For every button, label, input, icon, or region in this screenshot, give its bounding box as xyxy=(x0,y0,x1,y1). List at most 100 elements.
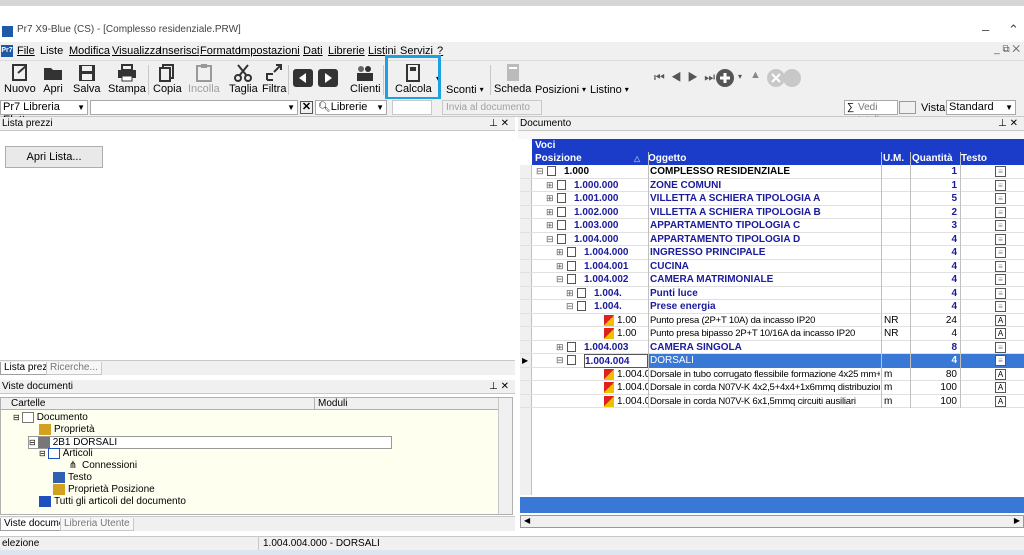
librerie-combo[interactable]: 🔍︎Librerie ▼ xyxy=(315,100,387,115)
text-a-icon[interactable]: A xyxy=(995,314,1006,326)
invia-button[interactable]: Invia al documento >> xyxy=(442,100,542,126)
tab-libreria-utente[interactable]: Libreria Utente xyxy=(60,518,134,531)
table-row[interactable]: ⊞ 1.004.001 CUCINA 4 ≡ xyxy=(520,260,1024,274)
note-icon[interactable]: ≡ xyxy=(995,274,1006,285)
table-row[interactable]: ⊟ 1.004.000 APPARTAMENTO TIPOLOGIA D 4 ≡ xyxy=(520,233,1024,247)
menu-impostazioni[interactable]: Impostazioni xyxy=(238,45,300,57)
note-icon[interactable]: ≡ xyxy=(995,287,1006,299)
collapse-icon[interactable]: ⊟ xyxy=(556,273,564,287)
table-row[interactable]: 1.004.0 Dorsale in corda N07V-K 6x1,5mmq … xyxy=(520,395,1024,408)
tree-node-tutti-articoli[interactable]: Tutti gli articoli del documento xyxy=(39,496,186,507)
pin-close-icon[interactable]: ⊥ ✕ xyxy=(998,117,1018,130)
expand-icon[interactable]: ⊞ xyxy=(546,219,554,233)
clear-icon[interactable]: ✕ xyxy=(300,101,313,114)
cancel-circles-icon[interactable] xyxy=(766,68,802,88)
search-combo[interactable]: ▼ xyxy=(90,100,298,115)
pin-close-icon[interactable]: ⊥ ✕ xyxy=(489,380,509,393)
copia-button[interactable]: Copia xyxy=(153,62,182,98)
add-circle-icon[interactable] xyxy=(715,68,735,88)
mdi-controls[interactable]: _ ⧉ ✕ xyxy=(994,44,1020,55)
table-row[interactable]: ⊞ 1.001.000 VILLETTA A SCHIERA TIPOLOGIA A… xyxy=(520,192,1024,206)
note-icon[interactable]: ≡ xyxy=(995,355,1006,366)
note-icon[interactable]: ≡ xyxy=(995,206,1006,218)
minimize-icon[interactable]: – xyxy=(982,22,989,37)
note-icon[interactable]: ≡ xyxy=(995,247,1006,258)
table-row[interactable]: 1.00 Punto presa (2P+T 10A) da incasso IP… xyxy=(520,314,1024,327)
menu-modifica[interactable]: Modifica xyxy=(69,45,110,57)
back-button[interactable] xyxy=(293,67,313,103)
salva-button[interactable]: Salva xyxy=(73,62,101,98)
collapse-icon[interactable]: ⊟ xyxy=(556,354,564,368)
filtra-button[interactable]: Filtra xyxy=(262,62,286,98)
expand-icon[interactable]: ⊞ xyxy=(556,341,564,355)
menu-formato[interactable]: Formato xyxy=(200,45,241,57)
expand-icon[interactable]: ⊞ xyxy=(566,287,574,301)
scroll-right-icon[interactable]: ▶ xyxy=(1014,516,1020,525)
tab-ricerche[interactable]: Ricerche... xyxy=(46,362,102,375)
navigation-arrows[interactable]: ⏮◀▶⏭ xyxy=(654,70,721,85)
spacer-field[interactable] xyxy=(392,100,432,115)
chevron-up-icon[interactable]: ▲ xyxy=(750,69,761,81)
menu-file[interactable]: File xyxy=(17,45,35,57)
note-icon[interactable]: ≡ xyxy=(995,233,1006,245)
text-a-icon[interactable]: A xyxy=(995,368,1006,380)
menu-inserisci[interactable]: Inserisci xyxy=(159,45,199,57)
table-row[interactable]: ⊞ 1.004.003 CAMERA SINGOLA 8 ≡ xyxy=(520,341,1024,355)
menu-liste[interactable]: Liste xyxy=(40,45,63,57)
vista-combo[interactable]: Standard ▼ xyxy=(946,100,1016,115)
menu-visualizza[interactable]: Visualizza xyxy=(112,45,161,57)
table-row[interactable]: ⊟ 1.004.002 CAMERA MATRIMONIALE 4 ≡ xyxy=(520,273,1024,287)
table-row[interactable]: ⊟ 1.000 COMPLESSO RESIDENZIALE 1 ≡ xyxy=(520,165,1024,179)
tree-node-articoli[interactable]: ⊟ Articoli xyxy=(39,448,93,459)
tree-node-proprieta-posizione[interactable]: Proprietà Posizione xyxy=(53,484,155,495)
table-row[interactable]: ⊞ 1.004.000 INGRESSO PRINCIPALE 4 ≡ xyxy=(520,246,1024,260)
expand-icon[interactable]: ⊞ xyxy=(556,246,564,260)
library-combo[interactable]: Pr7 Libreria Elettr▼ xyxy=(0,100,88,126)
incolla-button[interactable]: Incolla xyxy=(188,62,220,98)
chevron-down-icon[interactable]: ▾ xyxy=(738,72,742,81)
tree-node-documento[interactable]: ⊟ Documento xyxy=(13,412,88,423)
clienti-button[interactable]: Clienti xyxy=(350,62,381,98)
horizontal-scrollbar[interactable]: ◀ ▶ xyxy=(520,515,1024,528)
scroll-left-icon[interactable]: ◀ xyxy=(524,516,530,525)
collapse-icon[interactable]: ⊟ xyxy=(546,233,554,247)
nuovo-button[interactable]: Nuovo xyxy=(4,62,36,98)
table-row[interactable]: 1.004.0 Dorsale in tubo corrugato flessib… xyxy=(520,368,1024,381)
col-quantita[interactable]: Quantità xyxy=(912,152,953,165)
text-a-icon[interactable]: A xyxy=(995,328,1006,339)
collapse-icon[interactable]: ⊟ xyxy=(566,300,574,314)
expand-icon[interactable]: ⊞ xyxy=(546,179,554,193)
taglia-button[interactable]: Taglia xyxy=(229,62,258,98)
col-um[interactable]: U.M. xyxy=(883,152,904,165)
restore-icon[interactable]: ⌃ xyxy=(1008,22,1019,38)
pin-close-icon[interactable]: ⊥ ✕ xyxy=(489,117,509,130)
note-icon[interactable]: ≡ xyxy=(995,166,1006,177)
stampa-button[interactable]: Stampa xyxy=(108,62,146,98)
document-icon[interactable]: Pr7 xyxy=(1,45,13,57)
tree-node-proprieta[interactable]: Proprietà xyxy=(39,424,95,435)
note-icon[interactable]: ≡ xyxy=(995,179,1006,191)
tree-node-testo[interactable]: Testo xyxy=(53,472,92,483)
tree-node-connessioni[interactable]: ⋔ Connessioni xyxy=(67,460,137,471)
col-posizione[interactable]: Posizione xyxy=(535,152,582,165)
forward-button[interactable] xyxy=(318,67,338,103)
menu-librerie[interactable]: Librerie xyxy=(328,45,365,57)
expand-icon[interactable]: ⊞ xyxy=(546,192,554,206)
note-icon[interactable]: ≡ xyxy=(995,193,1006,204)
note-icon[interactable]: ≡ xyxy=(995,260,1006,272)
col-oggetto[interactable]: Oggetto xyxy=(648,152,686,165)
table-row[interactable]: ⊟ 1.004. Prese energia 4 ≡ xyxy=(520,300,1024,314)
apri-lista-button[interactable]: Apri Lista... xyxy=(5,146,103,168)
table-row[interactable]: ⊞ 1.003.000 APPARTAMENTO TIPOLOGIA C 3 ≡ xyxy=(520,219,1024,233)
note-icon[interactable]: ≡ xyxy=(995,341,1006,353)
expand-icon[interactable]: ⊞ xyxy=(556,260,564,274)
expand-icon[interactable]: ⊞ xyxy=(546,206,554,220)
scheda-button[interactable]: Scheda xyxy=(494,62,531,98)
collapse-icon[interactable]: ⊟ xyxy=(536,165,544,179)
col-testo[interactable]: Testo xyxy=(961,152,987,165)
table-row[interactable]: ▶ ⊟ 1.004.004 DORSALI 4 ≡ xyxy=(520,354,1024,368)
text-a-icon[interactable]: A xyxy=(995,382,1006,393)
note-icon[interactable]: ≡ xyxy=(995,220,1006,231)
tree-scrollbar[interactable] xyxy=(498,398,512,514)
table-row[interactable]: ⊞ 1.000.000 ZONE COMUNI 1 ≡ xyxy=(520,179,1024,193)
